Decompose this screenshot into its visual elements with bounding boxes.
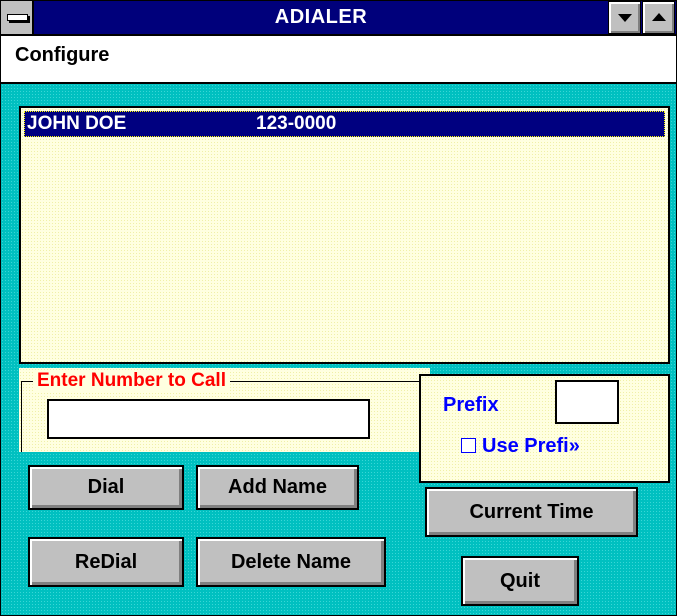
prefix-label: Prefix bbox=[443, 394, 499, 416]
maximize-button[interactable] bbox=[642, 1, 675, 34]
current-time-button[interactable]: Current Time bbox=[425, 487, 638, 537]
delete-name-button[interactable]: Delete Name bbox=[196, 537, 386, 587]
system-menu-icon bbox=[7, 14, 28, 21]
menu-bar: Configure bbox=[1, 36, 676, 84]
add-name-button[interactable]: Add Name bbox=[196, 465, 359, 510]
system-menu-button[interactable] bbox=[1, 1, 34, 34]
use-prefix-label: Use Prefi» bbox=[482, 435, 580, 457]
contacts-listbox[interactable]: JOHN DOE 123-0000 bbox=[19, 106, 670, 378]
number-entry-label: Enter Number to Call bbox=[33, 370, 230, 392]
maximize-arrow-icon bbox=[652, 13, 666, 21]
minimize-button[interactable] bbox=[608, 1, 641, 34]
dial-button[interactable]: Dial bbox=[28, 465, 184, 510]
number-entry-group: Enter Number to Call bbox=[19, 368, 431, 452]
adialer-window: ADIALER Configure JOHN DOE 123-0000 Ente… bbox=[0, 0, 677, 616]
prefix-group: Prefix Use Prefi» bbox=[419, 374, 670, 483]
title-bar[interactable]: ADIALER bbox=[1, 1, 676, 36]
redial-button[interactable]: ReDial bbox=[28, 537, 184, 587]
prefix-input[interactable] bbox=[555, 380, 619, 424]
use-prefix-checkbox[interactable]: Use Prefi» bbox=[461, 434, 580, 458]
client-area: JOHN DOE 123-0000 Enter Number to Call P… bbox=[1, 84, 676, 615]
contact-phone: 123-0000 bbox=[256, 113, 337, 134]
menu-configure[interactable]: Configure bbox=[11, 44, 113, 67]
list-item[interactable]: JOHN DOE 123-0000 bbox=[24, 111, 665, 137]
number-to-call-input[interactable] bbox=[47, 399, 370, 439]
checkbox-icon bbox=[461, 438, 476, 453]
quit-button[interactable]: Quit bbox=[461, 556, 579, 606]
minimize-arrow-icon bbox=[618, 14, 632, 22]
window-title: ADIALER bbox=[274, 6, 368, 28]
contact-name: JOHN DOE bbox=[27, 113, 127, 134]
